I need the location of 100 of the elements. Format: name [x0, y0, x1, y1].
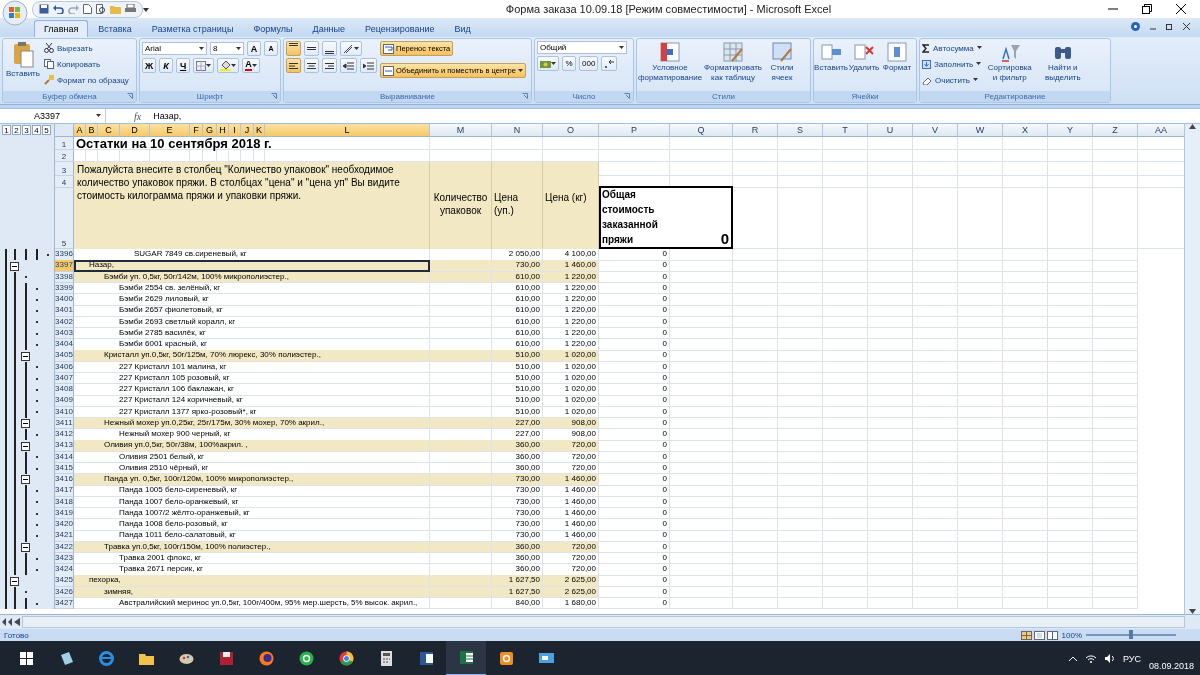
horizontal-align-button[interactable]	[322, 58, 337, 73]
row-number[interactable]: 3405	[55, 350, 74, 362]
help-icon[interactable]	[1131, 22, 1140, 31]
column-header[interactable]: M	[430, 124, 492, 137]
page-layout-icon[interactable]	[1033, 630, 1045, 640]
ring-app-icon[interactable]	[497, 650, 515, 667]
ribbon-button[interactable]: Формат	[882, 41, 912, 73]
ribbon-button[interactable]: Сортировка и фильтр	[984, 41, 1035, 83]
ribbon-tab[interactable]: Разметка страницы	[141, 20, 244, 37]
column-header[interactable]: S	[778, 124, 823, 137]
outline-level-button[interactable]: 4	[32, 125, 41, 135]
column-header[interactable]: A	[74, 124, 86, 137]
ribbon-button[interactable]: Форматировать как таблицу	[704, 41, 762, 83]
increase-indent-button[interactable]	[360, 58, 377, 73]
ribbon-button[interactable]: Условное форматирование	[639, 41, 701, 83]
chevron-up-icon[interactable]	[1068, 656, 1077, 661]
collapse-button[interactable]	[21, 475, 30, 485]
horizontal-align-button[interactable]	[286, 58, 301, 73]
column-header[interactable]: X	[1003, 124, 1048, 137]
font-style-button[interactable]: Ч	[176, 58, 191, 73]
ribbon-button[interactable]: Вставить	[816, 41, 846, 73]
undo-icon[interactable]	[53, 4, 64, 14]
outline-level-button[interactable]: 5	[42, 125, 51, 135]
close-icon[interactable]	[1176, 4, 1186, 14]
collapse-button[interactable]	[21, 419, 30, 428]
column-header[interactable]: E	[150, 124, 190, 137]
row-number[interactable]: 1	[55, 137, 74, 150]
round-browser-icon[interactable]	[337, 650, 355, 667]
column-header[interactable]: I	[229, 124, 241, 137]
fox-browser-icon[interactable]	[257, 650, 275, 667]
ribbon-button[interactable]: Найти и выделить	[1037, 41, 1088, 83]
spreadsheet-icon[interactable]	[457, 649, 475, 666]
ribbon-tab[interactable]: Данные	[302, 20, 356, 37]
ribbon-button[interactable]: Удалить	[849, 41, 879, 73]
ribbon-button[interactable]: Очистить	[922, 73, 982, 87]
column-header[interactable]: Z	[1093, 124, 1138, 137]
collapse-button[interactable]	[21, 542, 30, 552]
column-header[interactable]: P	[599, 124, 670, 137]
page-break-icon[interactable]	[1046, 630, 1058, 640]
clock-date[interactable]: 08.09.2018	[1148, 660, 1194, 671]
ribbon-tab[interactable]: Формулы	[243, 20, 303, 37]
column-header[interactable]: J	[241, 124, 254, 137]
outline-level-button[interactable]: 2	[12, 125, 21, 135]
restore-icon[interactable]	[1142, 4, 1152, 14]
ribbon-tab[interactable]: Рецензирование	[355, 20, 445, 37]
scroll-left-icon[interactable]	[14, 618, 20, 626]
customize-arrow-icon[interactable]	[143, 6, 149, 12]
at-sign-icon[interactable]	[297, 650, 315, 667]
ribbon-button[interactable]: Заполнить	[922, 57, 982, 71]
word-document-icon[interactable]	[417, 650, 435, 667]
fill-color-button[interactable]	[217, 58, 240, 73]
currency-button[interactable]	[537, 56, 559, 71]
column-header[interactable]: K	[254, 124, 265, 137]
windows-logo-icon[interactable]	[17, 650, 35, 667]
collapse-button[interactable]	[10, 261, 19, 271]
column-header[interactable]: V	[913, 124, 958, 137]
dialog-launcher-icon[interactable]	[522, 93, 528, 99]
decimal-button[interactable]	[601, 56, 618, 71]
orientation-button[interactable]	[340, 41, 362, 56]
browser-e-icon[interactable]	[97, 650, 115, 667]
wifi-icon[interactable]	[1084, 654, 1097, 663]
font-style-button[interactable]: Ж	[142, 58, 157, 73]
ribbon-tab[interactable]: Вставка	[88, 20, 142, 37]
horizontal-scrollbar[interactable]	[22, 616, 1185, 628]
column-header[interactable]: R	[733, 124, 778, 137]
ribbon-button[interactable]: Вырезать	[44, 41, 129, 55]
close-icon[interactable]	[1183, 23, 1190, 30]
dialog-launcher-icon[interactable]	[624, 93, 630, 99]
vertical-align-button[interactable]	[322, 41, 337, 56]
row-number[interactable]: 3409	[55, 395, 74, 407]
row-number[interactable]: 2	[55, 150, 74, 162]
row-number[interactable]: 4	[55, 176, 74, 188]
row-number[interactable]: 3413	[55, 440, 74, 452]
zoom-thumb[interactable]	[1129, 630, 1133, 639]
ribbon-button[interactable]: Автосумма	[922, 41, 982, 55]
column-header[interactable]: N	[492, 124, 543, 137]
column-header[interactable]: B	[86, 124, 98, 137]
row-number[interactable]: 3417	[55, 485, 74, 497]
horizontal-align-button[interactable]	[304, 58, 319, 73]
number-format-field[interactable]: Общий	[537, 41, 627, 54]
column-header[interactable]: D	[120, 124, 150, 137]
row-number[interactable]: 5	[55, 188, 74, 249]
column-header[interactable]: T	[823, 124, 868, 137]
outline-level-button[interactable]: 3	[22, 125, 31, 135]
ribbon-button[interactable]: Формат по образцу	[44, 73, 129, 87]
font-style-button[interactable]: К	[159, 58, 174, 73]
dialog-launcher-icon[interactable]	[127, 93, 133, 99]
vertical-align-button[interactable]	[286, 41, 301, 56]
name-box[interactable]: A3397	[0, 109, 106, 123]
vertical-align-button[interactable]	[304, 41, 319, 56]
font-name-field[interactable]: Arial	[142, 42, 207, 55]
column-header[interactable]: Y	[1048, 124, 1093, 137]
row-number[interactable]: 3401	[55, 305, 74, 317]
number-format-button[interactable]: 000	[579, 56, 599, 71]
outline-level-button[interactable]: 1	[2, 125, 11, 135]
sheet-nav-icon[interactable]	[2, 618, 12, 626]
font-size-field[interactable]: 8	[210, 42, 244, 55]
grow-font-button[interactable]: A	[247, 41, 261, 56]
collapse-button[interactable]	[21, 441, 30, 451]
column-header[interactable]: Q	[670, 124, 733, 137]
